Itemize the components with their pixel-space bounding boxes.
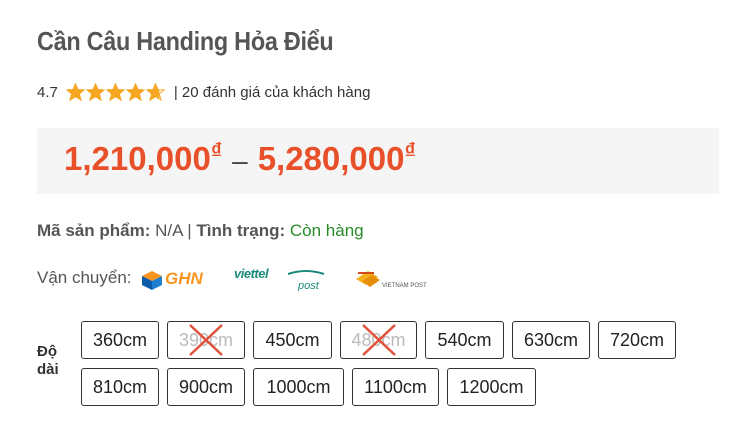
viettel-post-logo: viettel post <box>234 266 324 291</box>
length-option-1200cm[interactable]: 1200cm <box>447 368 536 406</box>
star-icon <box>105 82 125 101</box>
length-option-label: 810cm <box>92 376 148 397</box>
price-max-currency: ₫ <box>404 138 416 163</box>
sku-value: N/A <box>155 221 183 240</box>
price-range: 1,210,000 ₫ – 5,280,000 ₫ <box>64 138 416 178</box>
length-option-label: 1200cm <box>459 376 524 397</box>
info-divider: | <box>187 221 192 240</box>
length-option-label: 480cm <box>351 329 406 350</box>
length-option-label: 390cm <box>178 329 234 350</box>
price-max: 5,280,000 <box>257 140 405 177</box>
product-info: Mã sản phẩm: N/A | Tình trạng: Còn hàng <box>37 221 364 241</box>
svg-text:GHN: GHN <box>165 269 204 288</box>
product-title: Cần Câu Handing Hỏa Điểu <box>37 26 334 56</box>
shipping-row: Vận chuyển: GHN viettel post VIETNAM POS… <box>37 263 436 293</box>
price-box: 1,210,000 ₫ – 5,280,000 ₫ <box>37 128 719 194</box>
rating-value: 4.7 <box>37 83 58 101</box>
vietnam-post-logo: VIETNAM POST <box>355 271 427 289</box>
length-option-630cm[interactable]: 630cm <box>512 321 590 359</box>
length-option-label: 1000cm <box>266 376 331 397</box>
review-count-link[interactable]: | 20 đánh giá của khách hàng <box>174 84 371 101</box>
length-option-540cm[interactable]: 540cm <box>425 321 504 359</box>
sku-label: Mã sản phẩm: <box>37 221 151 240</box>
star-icon <box>145 82 165 101</box>
length-option-label: 360cm <box>92 329 148 350</box>
length-option-label: 450cm <box>265 329 320 350</box>
length-option-900cm[interactable]: 900cm <box>167 368 245 406</box>
length-option-480cm: 480cm <box>340 321 417 359</box>
length-option-1100cm[interactable]: 1100cm <box>352 368 439 406</box>
length-option-360cm[interactable]: 360cm <box>81 321 159 359</box>
length-label: Độ dài <box>37 343 63 379</box>
star-icon <box>85 82 105 101</box>
ghn-logo: GHN <box>141 269 204 290</box>
price-separator: – <box>232 145 248 176</box>
status-label: Tình trạng: <box>196 221 286 240</box>
star-icon <box>65 82 85 101</box>
length-label-text: Độ dài <box>37 343 59 378</box>
length-option-1000cm[interactable]: 1000cm <box>253 368 344 406</box>
star-icon <box>125 82 145 101</box>
length-option-810cm[interactable]: 810cm <box>81 368 159 406</box>
length-option-label: 900cm <box>178 376 234 397</box>
stock-status: Còn hàng <box>289 221 364 240</box>
svg-text:viettel: viettel <box>234 266 269 281</box>
shipping-label: Vận chuyển: <box>37 268 132 287</box>
length-option-label: 540cm <box>437 329 492 350</box>
svg-text:post: post <box>297 280 320 291</box>
svg-text:VIETNAM POST: VIETNAM POST <box>382 283 427 289</box>
price-min: 1,210,000 <box>64 140 211 177</box>
length-option-720cm[interactable]: 720cm <box>598 321 676 359</box>
length-option-390cm: 390cm <box>167 321 245 359</box>
length-option-label: 720cm <box>609 329 665 350</box>
price-min-currency: ₫ <box>210 138 223 163</box>
length-option-label: 630cm <box>523 329 579 350</box>
rating-row: 4.7 | 20 đánh giá của khách hàng <box>37 80 370 104</box>
length-option-450cm[interactable]: 450cm <box>253 321 332 359</box>
rating-stars <box>65 82 166 102</box>
length-option-label: 1100cm <box>364 376 427 397</box>
